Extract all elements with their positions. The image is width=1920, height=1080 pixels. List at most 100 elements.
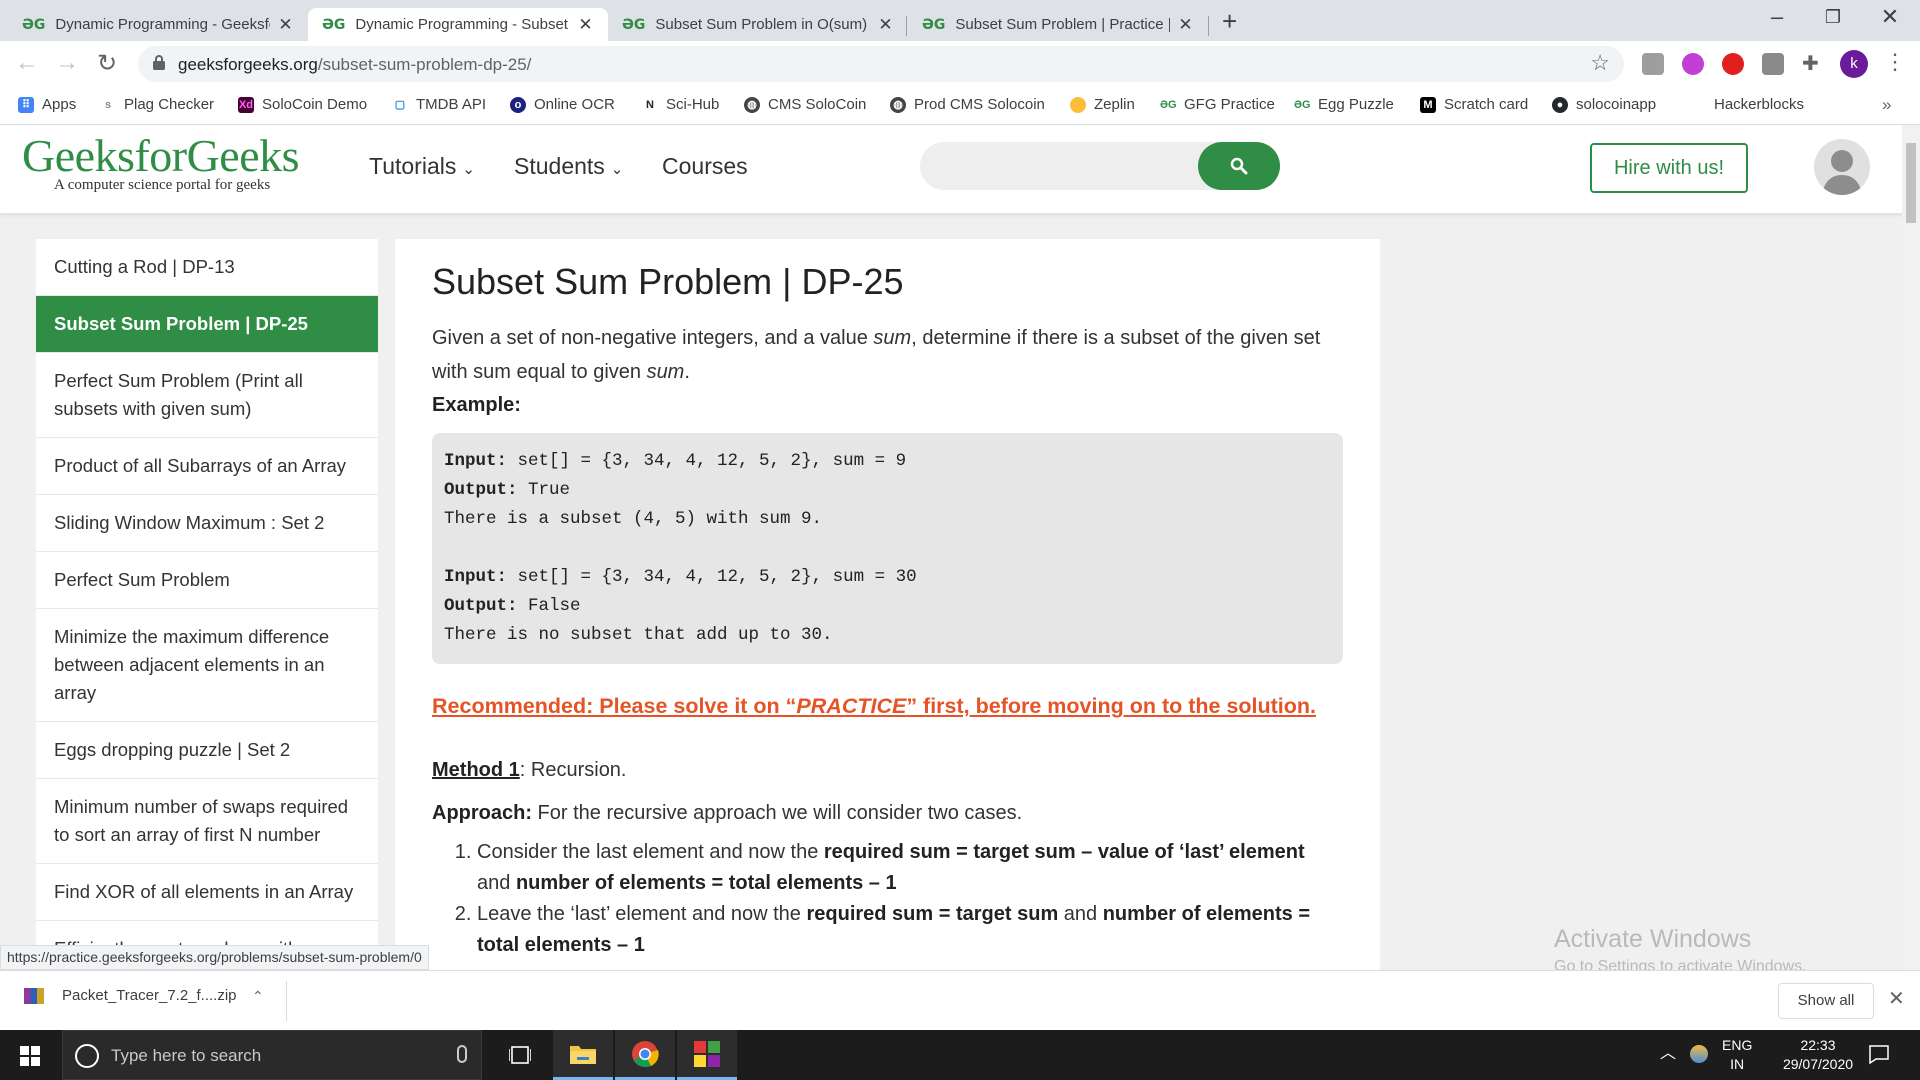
close-icon[interactable]: ✕ [578, 15, 592, 35]
lock-icon [153, 55, 165, 70]
bookmark-egg-puzzle[interactable]: ƏG Egg Puzzle [1294, 96, 1394, 113]
list-item: Consider the last element and now the re… [477, 837, 1343, 899]
bookmark-gfg-practice[interactable]: ƏG GFG Practice [1160, 96, 1275, 113]
reload-icon[interactable]: ↻ [92, 49, 122, 78]
more-bookmarks-icon[interactable]: » [1882, 95, 1891, 115]
bookmark-tmdb-api[interactable]: ▢ TMDB API [392, 96, 486, 113]
chevron-up-icon[interactable]: ⌃ [252, 988, 264, 1005]
bookmark-apps[interactable]: ⠿ Apps [18, 96, 76, 113]
tab-divider [1208, 16, 1209, 36]
bookmark-cms-solocoin[interactable]: ◍ CMS SoloCoin [744, 96, 866, 113]
globe-icon: ◍ [890, 96, 906, 113]
bookmark-online-ocr[interactable]: o Online OCR [510, 96, 615, 113]
gfg-favicon-icon: ƏG [322, 16, 346, 33]
bookmark-solocoin-demo[interactable]: Xd SoloCoin Demo [238, 96, 367, 113]
bookmark-hackerblocks[interactable]: Hackerblocks [1714, 96, 1804, 113]
extension-icon[interactable] [1682, 53, 1704, 75]
chevron-down-icon: ⌄ [462, 161, 475, 178]
sidebar-item-product-subarrays[interactable]: Product of all Subarrays of an Array [36, 438, 378, 495]
search-button[interactable] [1198, 142, 1280, 190]
tab-subset-sum-practice[interactable]: ƏG Subset Sum Problem | Practice | G ✕ [908, 8, 1208, 41]
language-indicator[interactable]: ENG IN [1722, 1036, 1752, 1074]
sidebar-item-subset-sum[interactable]: Subset Sum Problem | DP-25 [36, 296, 378, 353]
recommended-practice-link[interactable]: Recommended: Please solve it on “PRACTIC… [432, 694, 1343, 719]
bookmark-star-icon[interactable]: ☆ [1590, 50, 1610, 76]
weather-icon[interactable] [1690, 1045, 1708, 1063]
extension-icon[interactable] [1642, 53, 1664, 75]
sidebar-item-sliding-window[interactable]: Sliding Window Maximum : Set 2 [36, 495, 378, 552]
bookmark-prod-cms[interactable]: ◍ Prod CMS Solocoin [890, 96, 1045, 113]
tab-title: Subset Sum Problem in O(sum) s [655, 16, 871, 33]
tab-title: Dynamic Programming - Geeksfo [55, 16, 271, 33]
nav-courses[interactable]: Courses [662, 153, 748, 180]
article-title: Subset Sum Problem | DP-25 [432, 261, 904, 302]
url-text: geeksforgeeks.org/subset-sum-problem-dp-… [178, 55, 532, 74]
show-all-button[interactable]: Show all [1778, 983, 1874, 1019]
close-icon[interactable]: ✕ [1888, 986, 1905, 1011]
bookmark-zeplin[interactable]: Zeplin [1070, 96, 1135, 113]
bookmark-scratch-card[interactable]: M Scratch card [1420, 96, 1528, 113]
approach-paragraph: Approach: For the recursive approach we … [432, 802, 1023, 824]
bookmarks-bar: ⠿ Apps s Plag Checker Xd SoloCoin Demo ▢ TMD… [0, 87, 1920, 125]
extension-icon[interactable] [1722, 53, 1744, 75]
gfg-logo[interactable]: GeeksforGeeks [22, 129, 300, 182]
chevron-up-icon[interactable]: ︿ [1660, 1044, 1676, 1063]
tab-dp-subset[interactable]: ƏG Dynamic Programming - Subset S ✕ [308, 8, 608, 41]
scihub-icon: N [642, 96, 658, 113]
gfg-favicon-icon: ƏG [1160, 96, 1177, 113]
puzzle-extensions-icon[interactable]: ✚ [1802, 53, 1824, 75]
microphone-icon[interactable] [457, 1045, 467, 1063]
profile-avatar[interactable]: k [1840, 50, 1868, 78]
hire-with-us-button[interactable]: Hire with us! [1590, 143, 1748, 193]
medium-icon: M [1420, 96, 1436, 113]
file-explorer-icon[interactable] [553, 1030, 613, 1080]
sidebar-item-perfect-sum[interactable]: Perfect Sum Problem [36, 552, 378, 609]
restore-icon[interactable]: ❐ [1818, 7, 1848, 28]
sidebar-item-eggs-dropping[interactable]: Eggs dropping puzzle | Set 2 [36, 722, 378, 779]
github-icon: ● [1552, 96, 1568, 113]
search-icon [1230, 157, 1248, 175]
windows-start-icon[interactable] [20, 1046, 40, 1066]
bookmark-solocoinapp[interactable]: ● solocoinapp [1552, 96, 1656, 113]
task-view-icon[interactable] [490, 1030, 550, 1080]
globe-icon: ◍ [744, 96, 760, 113]
clock[interactable]: 22:33 29/07/2020 [1770, 1036, 1866, 1074]
extension-icon[interactable] [1762, 53, 1784, 75]
close-icon[interactable]: ✕ [878, 15, 892, 35]
close-icon[interactable]: ✕ [1178, 15, 1192, 35]
user-avatar[interactable] [1814, 139, 1870, 195]
sst-icon: s [100, 96, 116, 113]
sidebar-item-min-swaps[interactable]: Minimum number of swaps required to sort… [36, 779, 378, 864]
download-item[interactable]: Packet_Tracer_7.2_f....zip [24, 987, 237, 1004]
page-icon: ▢ [392, 96, 408, 113]
approach-steps-list: Consider the last element and now the re… [477, 837, 1343, 961]
taskbar-search-box[interactable]: Type here to search [62, 1030, 482, 1080]
new-tab-button[interactable]: + [1222, 6, 1237, 37]
forward-icon[interactable]: → [52, 49, 82, 77]
apps-grid-icon: ⠿ [18, 96, 34, 113]
colorful-app-icon[interactable] [677, 1030, 737, 1080]
tab-subset-sum-osum[interactable]: ƏG Subset Sum Problem in O(sum) s ✕ [608, 8, 908, 41]
sidebar-item-minimize-max-diff[interactable]: Minimize the maximum difference between … [36, 609, 378, 722]
sidebar-item-find-xor[interactable]: Find XOR of all elements in an Array [36, 864, 378, 921]
tab-dp-geeksforgeeks[interactable]: ƏG Dynamic Programming - Geeksfo ✕ [8, 8, 308, 41]
menu-kebab-icon[interactable]: ⋮ [1884, 49, 1906, 75]
chrome-icon[interactable] [615, 1030, 675, 1080]
nav-tutorials[interactable]: Tutorials ⌄ [369, 153, 475, 180]
sidebar-item-cutting-rod[interactable]: Cutting a Rod | DP-13 [36, 239, 378, 296]
back-icon[interactable]: ← [12, 49, 42, 77]
window-close-icon[interactable]: ✕ [1875, 4, 1905, 30]
archive-file-icon [24, 987, 44, 1004]
bookmark-plag-checker[interactable]: s Plag Checker [100, 96, 214, 113]
nav-students[interactable]: Students ⌄ [514, 153, 623, 180]
close-icon[interactable]: ✕ [278, 15, 292, 35]
sidebar-item-perfect-sum-print[interactable]: Perfect Sum Problem (Print all subsets w… [36, 353, 378, 438]
minimize-icon[interactable]: – [1762, 4, 1792, 30]
scrollbar-thumb[interactable] [1906, 143, 1916, 223]
windows-taskbar: Type here to search ︿ ENG IN 22:33 29/07/2… [0, 1030, 1920, 1080]
page-scrollbar[interactable] [1902, 125, 1920, 970]
address-bar[interactable]: geeksforgeeks.org/subset-sum-problem-dp-… [138, 46, 1624, 82]
article-intro: Given a set of non-negative integers, an… [432, 327, 1321, 383]
notification-icon[interactable] [1868, 1043, 1890, 1070]
bookmark-sci-hub[interactable]: N Sci-Hub [642, 96, 719, 113]
